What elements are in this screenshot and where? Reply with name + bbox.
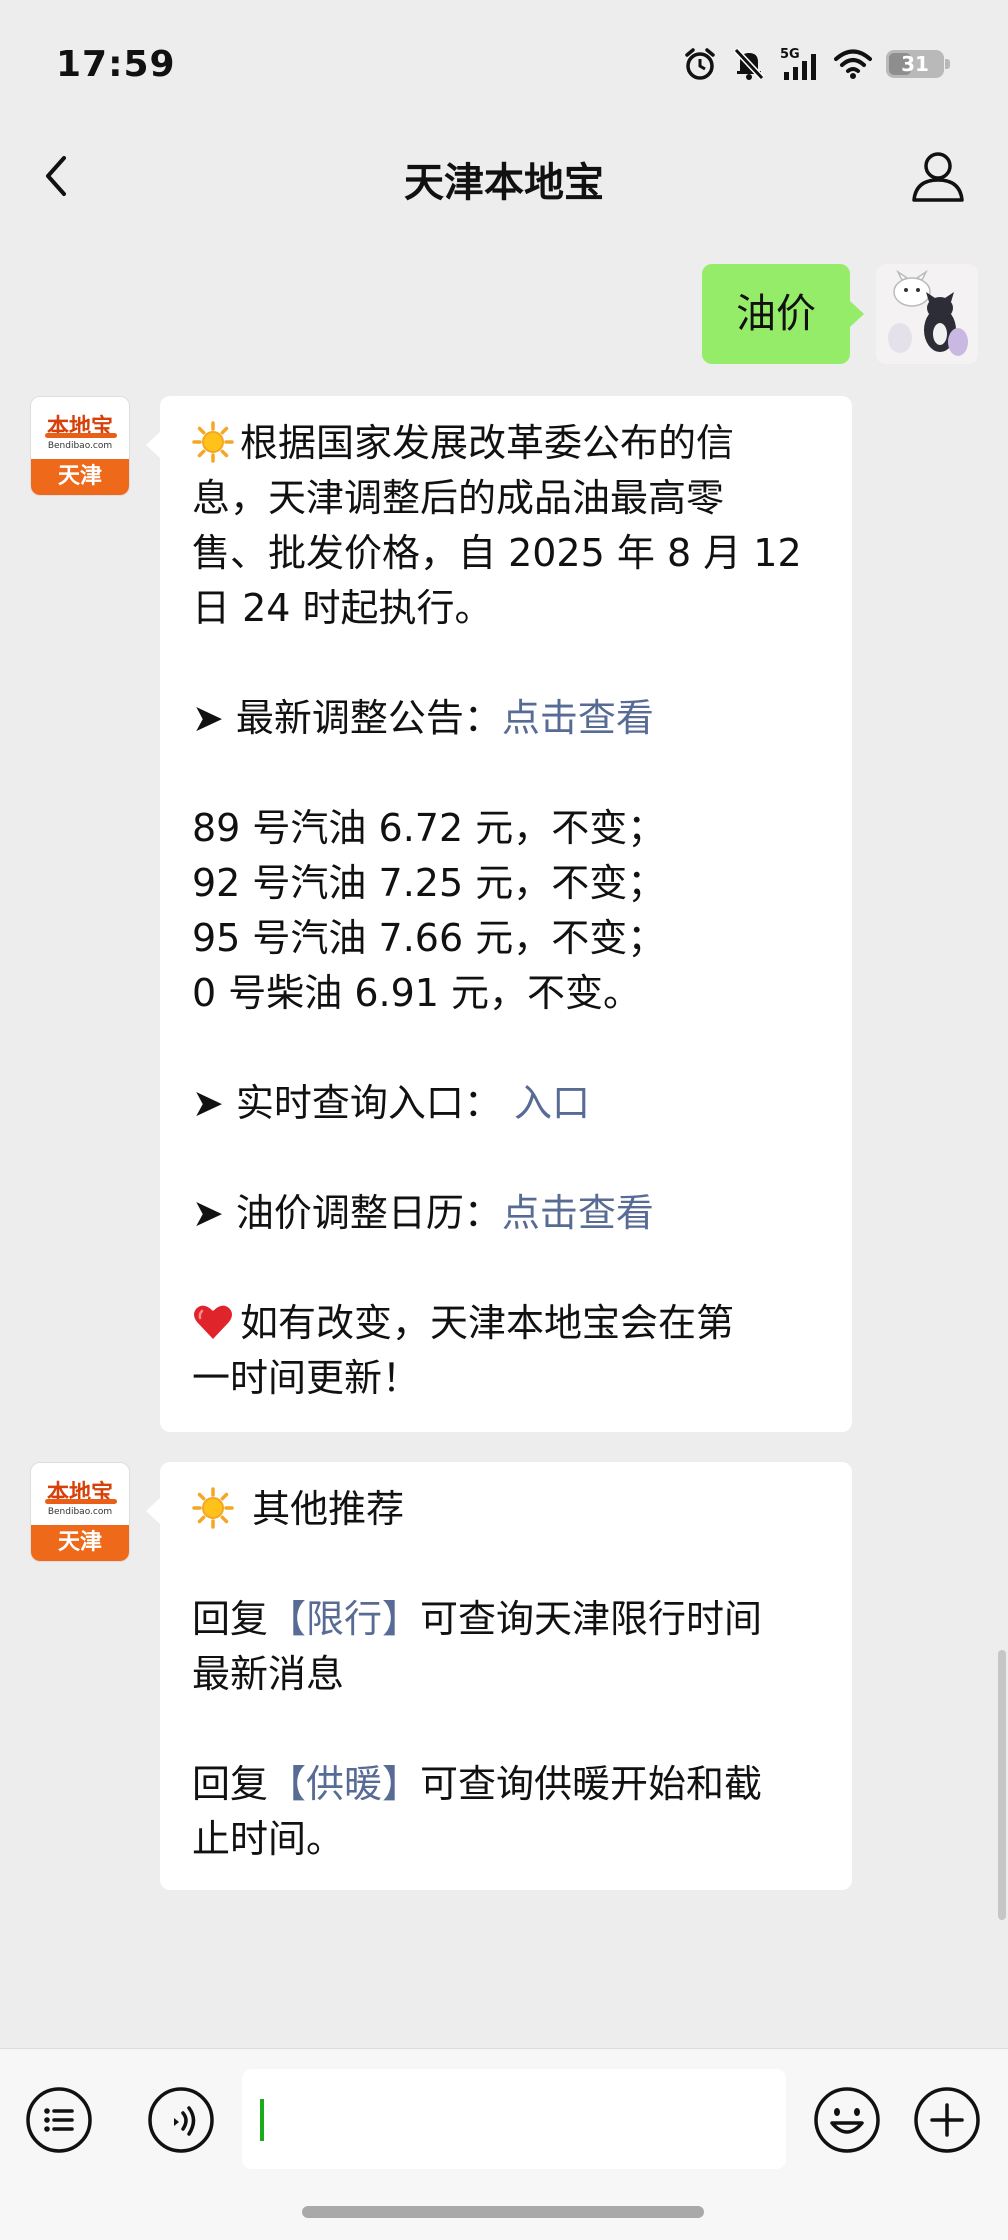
calendar-row: ➤ 油价调整日历：点击查看 bbox=[192, 1186, 820, 1241]
status-bar: 17:59 5G 31 bbox=[0, 0, 1008, 120]
reply-prefix: 回复 bbox=[192, 1597, 269, 1641]
official-account-avatar[interactable]: 本地宝 Bendibao.com 天津 bbox=[30, 1462, 130, 1562]
heart-emoji bbox=[194, 1305, 232, 1339]
nav-bar: 天津本地宝 bbox=[0, 120, 1008, 238]
recommendation-message-bubble[interactable]: 其他推荐 回复【限行】可查询天津限行时间 最新消息 回复【供暖】可查询供暖开始和… bbox=[146, 1462, 852, 1890]
brand-url: Bendibao.com bbox=[47, 1507, 113, 1517]
battery-indicator: 31 bbox=[886, 50, 950, 78]
scrollbar[interactable] bbox=[998, 1650, 1006, 1920]
price-92: 92 号汽油 7.25 元，不变； bbox=[192, 861, 666, 905]
keyword-gongnuan-link[interactable]: 【供暖】 bbox=[268, 1762, 420, 1806]
home-indicator[interactable] bbox=[302, 2206, 704, 2218]
brand-city: 天津 bbox=[31, 459, 129, 495]
alarm-icon bbox=[685, 48, 715, 80]
brand-url: Bendibao.com bbox=[47, 441, 113, 451]
announcement-link[interactable]: 点击查看 bbox=[502, 696, 654, 740]
price-diesel-0: 0 号柴油 6.91 元，不变。 bbox=[192, 971, 642, 1015]
message-line: 如有改变，天津本地宝会在第 bbox=[192, 1296, 820, 1351]
reply-prefix: 回复 bbox=[192, 1762, 269, 1806]
realtime-query-link[interactable]: 入口 bbox=[514, 1081, 590, 1125]
reply-suffix: 可查询天津限行时间 bbox=[420, 1597, 763, 1641]
message-text: 如有改变，天津本地宝会在第 bbox=[240, 1301, 735, 1345]
cat-illustration bbox=[876, 264, 978, 364]
wifi-icon bbox=[834, 49, 872, 79]
plus-icon[interactable] bbox=[912, 2085, 982, 2155]
chat-title: 天津本地宝 bbox=[404, 160, 604, 206]
message-text: 日 24 时起执行。 bbox=[192, 586, 493, 630]
price-95: 95 号汽油 7.66 元，不变； bbox=[192, 916, 666, 960]
message-line: 其他推荐 bbox=[192, 1482, 820, 1537]
announcement-label: ➤ 最新调整公告： bbox=[192, 696, 502, 740]
calendar-label: ➤ 油价调整日历： bbox=[192, 1191, 502, 1235]
message-text: 根据国家发展改革委公布的信 bbox=[240, 421, 735, 465]
message-text: 一时间更新！ bbox=[192, 1356, 421, 1400]
calendar-link[interactable]: 点击查看 bbox=[502, 1191, 654, 1235]
keyword-xianxing-link[interactable]: 【限行】 bbox=[268, 1597, 420, 1641]
brand-city: 天津 bbox=[31, 1525, 129, 1561]
emoji-icon[interactable] bbox=[812, 2085, 882, 2155]
network-label: 5G bbox=[780, 47, 800, 62]
status-time: 17:59 bbox=[56, 44, 176, 85]
list-icon[interactable] bbox=[24, 2085, 94, 2155]
realtime-query-row: ➤ 实时查询入口： 入口 bbox=[192, 1076, 820, 1131]
message-line: 根据国家发展改革委公布的信 bbox=[192, 416, 820, 471]
sun-emoji bbox=[192, 421, 234, 463]
voice-icon[interactable] bbox=[146, 2085, 216, 2155]
battery-level: 31 bbox=[901, 52, 929, 76]
sun-emoji bbox=[192, 1487, 234, 1529]
reply-row: 回复【供暖】可查询供暖开始和截 bbox=[192, 1757, 820, 1812]
price-89: 89 号汽油 6.72 元，不变； bbox=[192, 806, 666, 850]
oil-price-message-bubble[interactable]: 根据国家发展改革委公布的信 息，天津调整后的成品油最高零 售、批发价格，自 20… bbox=[146, 396, 852, 1432]
text-caret bbox=[260, 2099, 264, 2141]
recommendation-title: 其他推荐 bbox=[252, 1487, 405, 1531]
mute-bell-icon bbox=[733, 47, 765, 81]
status-icons: 5G 31 bbox=[682, 44, 950, 84]
message-input[interactable] bbox=[242, 2069, 786, 2169]
reply-row: 回复【限行】可查询天津限行时间 bbox=[192, 1592, 820, 1647]
official-account-avatar[interactable]: 本地宝 Bendibao.com 天津 bbox=[30, 396, 130, 496]
message-text: 最新消息 bbox=[192, 1652, 345, 1696]
person-icon[interactable] bbox=[908, 146, 968, 206]
user-avatar[interactable] bbox=[876, 264, 978, 364]
user-message-bubble[interactable]: 油价 bbox=[702, 264, 864, 364]
reply-suffix: 可查询供暖开始和截 bbox=[420, 1762, 763, 1806]
signal-5g-icon: 5G bbox=[780, 47, 816, 80]
announcement-row: ➤ 最新调整公告：点击查看 bbox=[192, 691, 820, 746]
realtime-query-label: ➤ 实时查询入口： bbox=[192, 1081, 502, 1125]
message-text: 息，天津调整后的成品油最高零 bbox=[192, 476, 725, 520]
message-text: 止时间。 bbox=[192, 1817, 345, 1861]
message-text: 售、批发价格，自 2025 年 8 月 12 bbox=[192, 531, 802, 575]
